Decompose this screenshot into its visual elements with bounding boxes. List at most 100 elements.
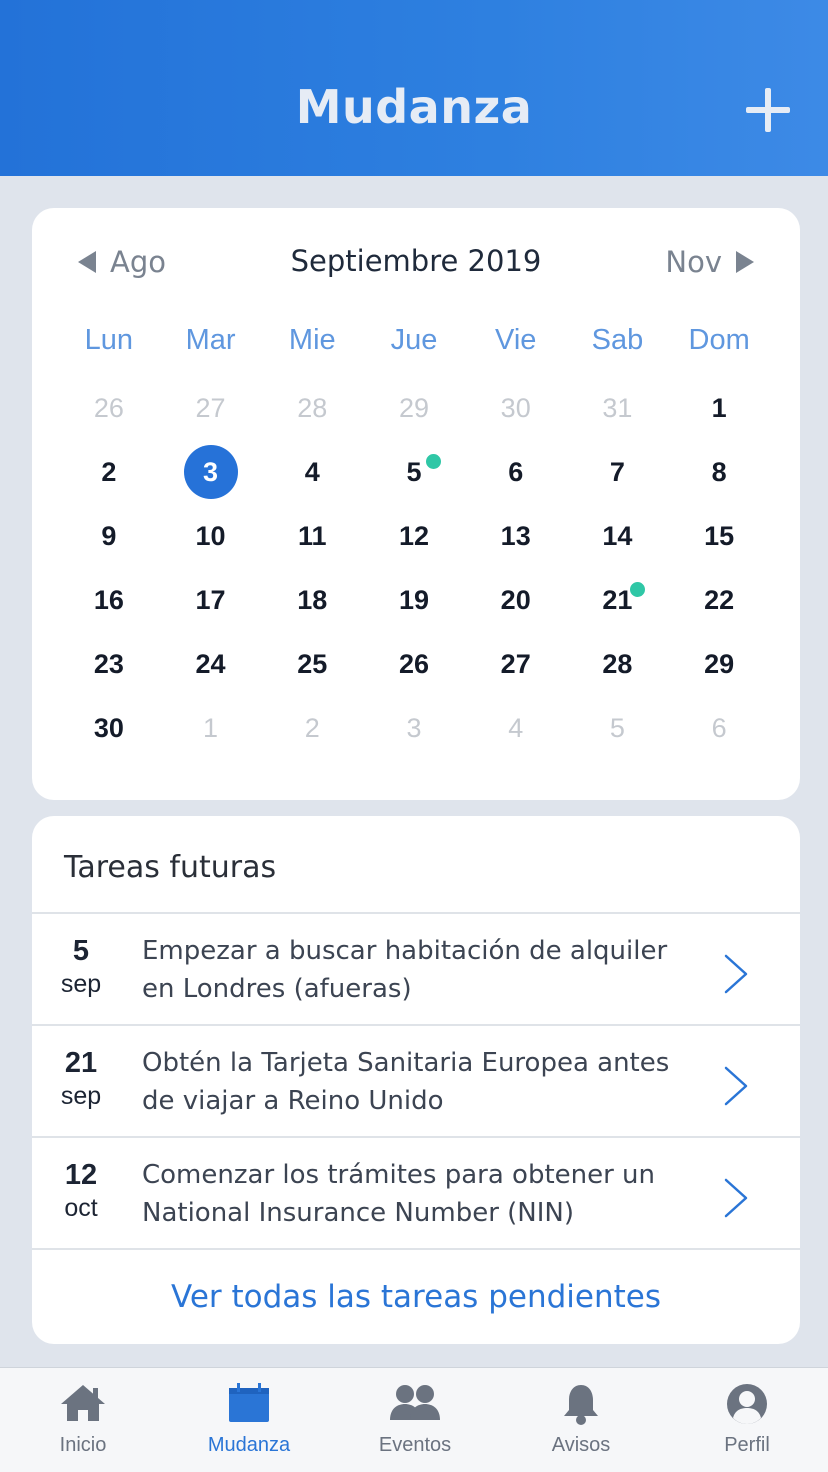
day-number: 29	[704, 648, 735, 679]
calendar-day[interactable]: 26	[58, 376, 160, 440]
event-dot-indicator	[629, 582, 645, 597]
tab-avisos[interactable]: Avisos	[498, 1368, 664, 1472]
calendar-day-selected[interactable]: 3	[160, 440, 262, 504]
task-date: 21 sep	[46, 1046, 116, 1112]
chevron-right-icon	[722, 1064, 750, 1106]
day-number: 3	[406, 712, 422, 743]
calendar-day[interactable]: 29	[668, 632, 770, 696]
calendar-day[interactable]: 2	[58, 440, 160, 504]
calendar-day[interactable]: 3	[363, 696, 465, 760]
calendar-day[interactable]: 27	[160, 376, 262, 440]
weekday-label: Mie	[288, 324, 336, 356]
next-month-label: Nov	[665, 245, 722, 279]
day-number: 25	[297, 648, 328, 679]
tab-mudanza[interactable]: Mudanza	[166, 1368, 332, 1472]
day-number: 3	[203, 456, 219, 487]
tab-label: Perfil	[724, 1434, 770, 1456]
day-number: 13	[500, 520, 531, 551]
day-number: 2	[304, 712, 320, 743]
next-month-button[interactable]: Nov	[665, 242, 754, 282]
calendar-day[interactable]: 23	[58, 632, 160, 696]
day-number: 7	[609, 456, 625, 487]
day-number: 20	[500, 584, 531, 615]
tab-label: Inicio	[59, 1434, 107, 1456]
day-number: 6	[508, 456, 524, 487]
plus-icon[interactable]	[746, 88, 790, 132]
home-icon	[59, 1382, 107, 1428]
day-number: 22	[704, 584, 735, 615]
calendar-day[interactable]: 24	[160, 632, 262, 696]
day-number: 23	[93, 648, 124, 679]
calendar-day[interactable]: 19	[363, 568, 465, 632]
calendar-day[interactable]: 30	[465, 376, 567, 440]
upcoming-tasks-card: Tareas futuras 5 sep Empezar a buscar ha…	[32, 816, 800, 1344]
calendar-day[interactable]: 9	[58, 504, 160, 568]
calendar-day[interactable]: 6	[668, 696, 770, 760]
task-row[interactable]: 21 sep Obtén la Tarjeta Sanitaria Europe…	[32, 1024, 800, 1136]
calendar-day[interactable]: 1	[160, 696, 262, 760]
day-number: 28	[297, 392, 328, 423]
task-month: sep	[60, 970, 102, 998]
calendar-day[interactable]: 25	[261, 632, 363, 696]
calendar-day[interactable]: 29	[363, 376, 465, 440]
calendar-card: Ago Septiembre 2019 Nov Lun Mar Mie Jue …	[32, 208, 800, 800]
calendar-day[interactable]: 16	[58, 568, 160, 632]
task-text: Comenzar los trámites para obtener un Na…	[142, 1160, 656, 1228]
view-all-tasks-link[interactable]: Ver todas las tareas pendientes	[32, 1248, 800, 1344]
calendar-day[interactable]: 10	[160, 504, 262, 568]
day-number: 21	[602, 584, 633, 615]
calendar-day[interactable]: 2	[261, 696, 363, 760]
calendar-day[interactable]: 31	[567, 376, 669, 440]
tab-label: Eventos	[378, 1434, 452, 1456]
calendar-day[interactable]: 15	[668, 504, 770, 568]
task-text: Empezar a buscar habitación de alquiler …	[142, 936, 668, 1004]
day-number: 1	[711, 392, 727, 423]
calendar-day[interactable]: 17	[160, 568, 262, 632]
calendar-day[interactable]: 26	[363, 632, 465, 696]
day-number: 18	[297, 584, 328, 615]
calendar-day[interactable]: 21	[567, 568, 669, 632]
day-number: 30	[93, 712, 124, 743]
task-month: oct	[64, 1194, 98, 1222]
day-number: 17	[195, 584, 226, 615]
tab-eventos[interactable]: Eventos	[332, 1368, 498, 1472]
tab-perfil[interactable]: Perfil	[664, 1368, 828, 1472]
day-number: 26	[93, 392, 124, 423]
calendar-day[interactable]: 18	[261, 568, 363, 632]
calendar-day[interactable]: 4	[261, 440, 363, 504]
day-number: 14	[602, 520, 633, 551]
day-number: 2	[101, 456, 117, 487]
calendar-day[interactable]: 22	[668, 568, 770, 632]
calendar-day[interactable]: 20	[465, 568, 567, 632]
task-row[interactable]: 12 oct Comenzar los trámites para obtene…	[32, 1136, 800, 1248]
day-number: 8	[711, 456, 727, 487]
task-text: Obtén la Tarjeta Sanitaria Europea antes…	[142, 1048, 670, 1116]
triangle-right-icon	[736, 251, 754, 273]
event-dot-indicator	[426, 454, 442, 469]
tab-label: Avisos	[551, 1434, 611, 1456]
weekday-label: Vie	[495, 324, 537, 356]
task-row[interactable]: 5 sep Empezar a buscar habitación de alq…	[32, 912, 800, 1024]
calendar-day[interactable]: 7	[567, 440, 669, 504]
calendar-day[interactable]: 1	[668, 376, 770, 440]
chevron-right-icon	[722, 952, 750, 994]
calendar-day[interactable]: 14	[567, 504, 669, 568]
calendar-day[interactable]: 30	[58, 696, 160, 760]
task-day: 5	[72, 935, 90, 967]
calendar-day[interactable]: 27	[465, 632, 567, 696]
calendar-day[interactable]: 5	[363, 440, 465, 504]
calendar-day[interactable]: 8	[668, 440, 770, 504]
calendar-day[interactable]: 5	[567, 696, 669, 760]
calendar-day[interactable]: 6	[465, 440, 567, 504]
calendar-day[interactable]: 4	[465, 696, 567, 760]
calendar-day[interactable]: 12	[363, 504, 465, 568]
calendar-day[interactable]: 11	[261, 504, 363, 568]
calendar-day[interactable]: 28	[261, 376, 363, 440]
calendar-day[interactable]: 28	[567, 632, 669, 696]
bell-icon	[559, 1382, 603, 1430]
weekday-header: Lun Mar Mie Jue Vie Sab Dom	[58, 324, 770, 364]
day-number: 6	[711, 712, 727, 743]
day-number: 4	[508, 712, 524, 743]
calendar-day[interactable]: 13	[465, 504, 567, 568]
tab-inicio[interactable]: Inicio	[0, 1368, 166, 1472]
